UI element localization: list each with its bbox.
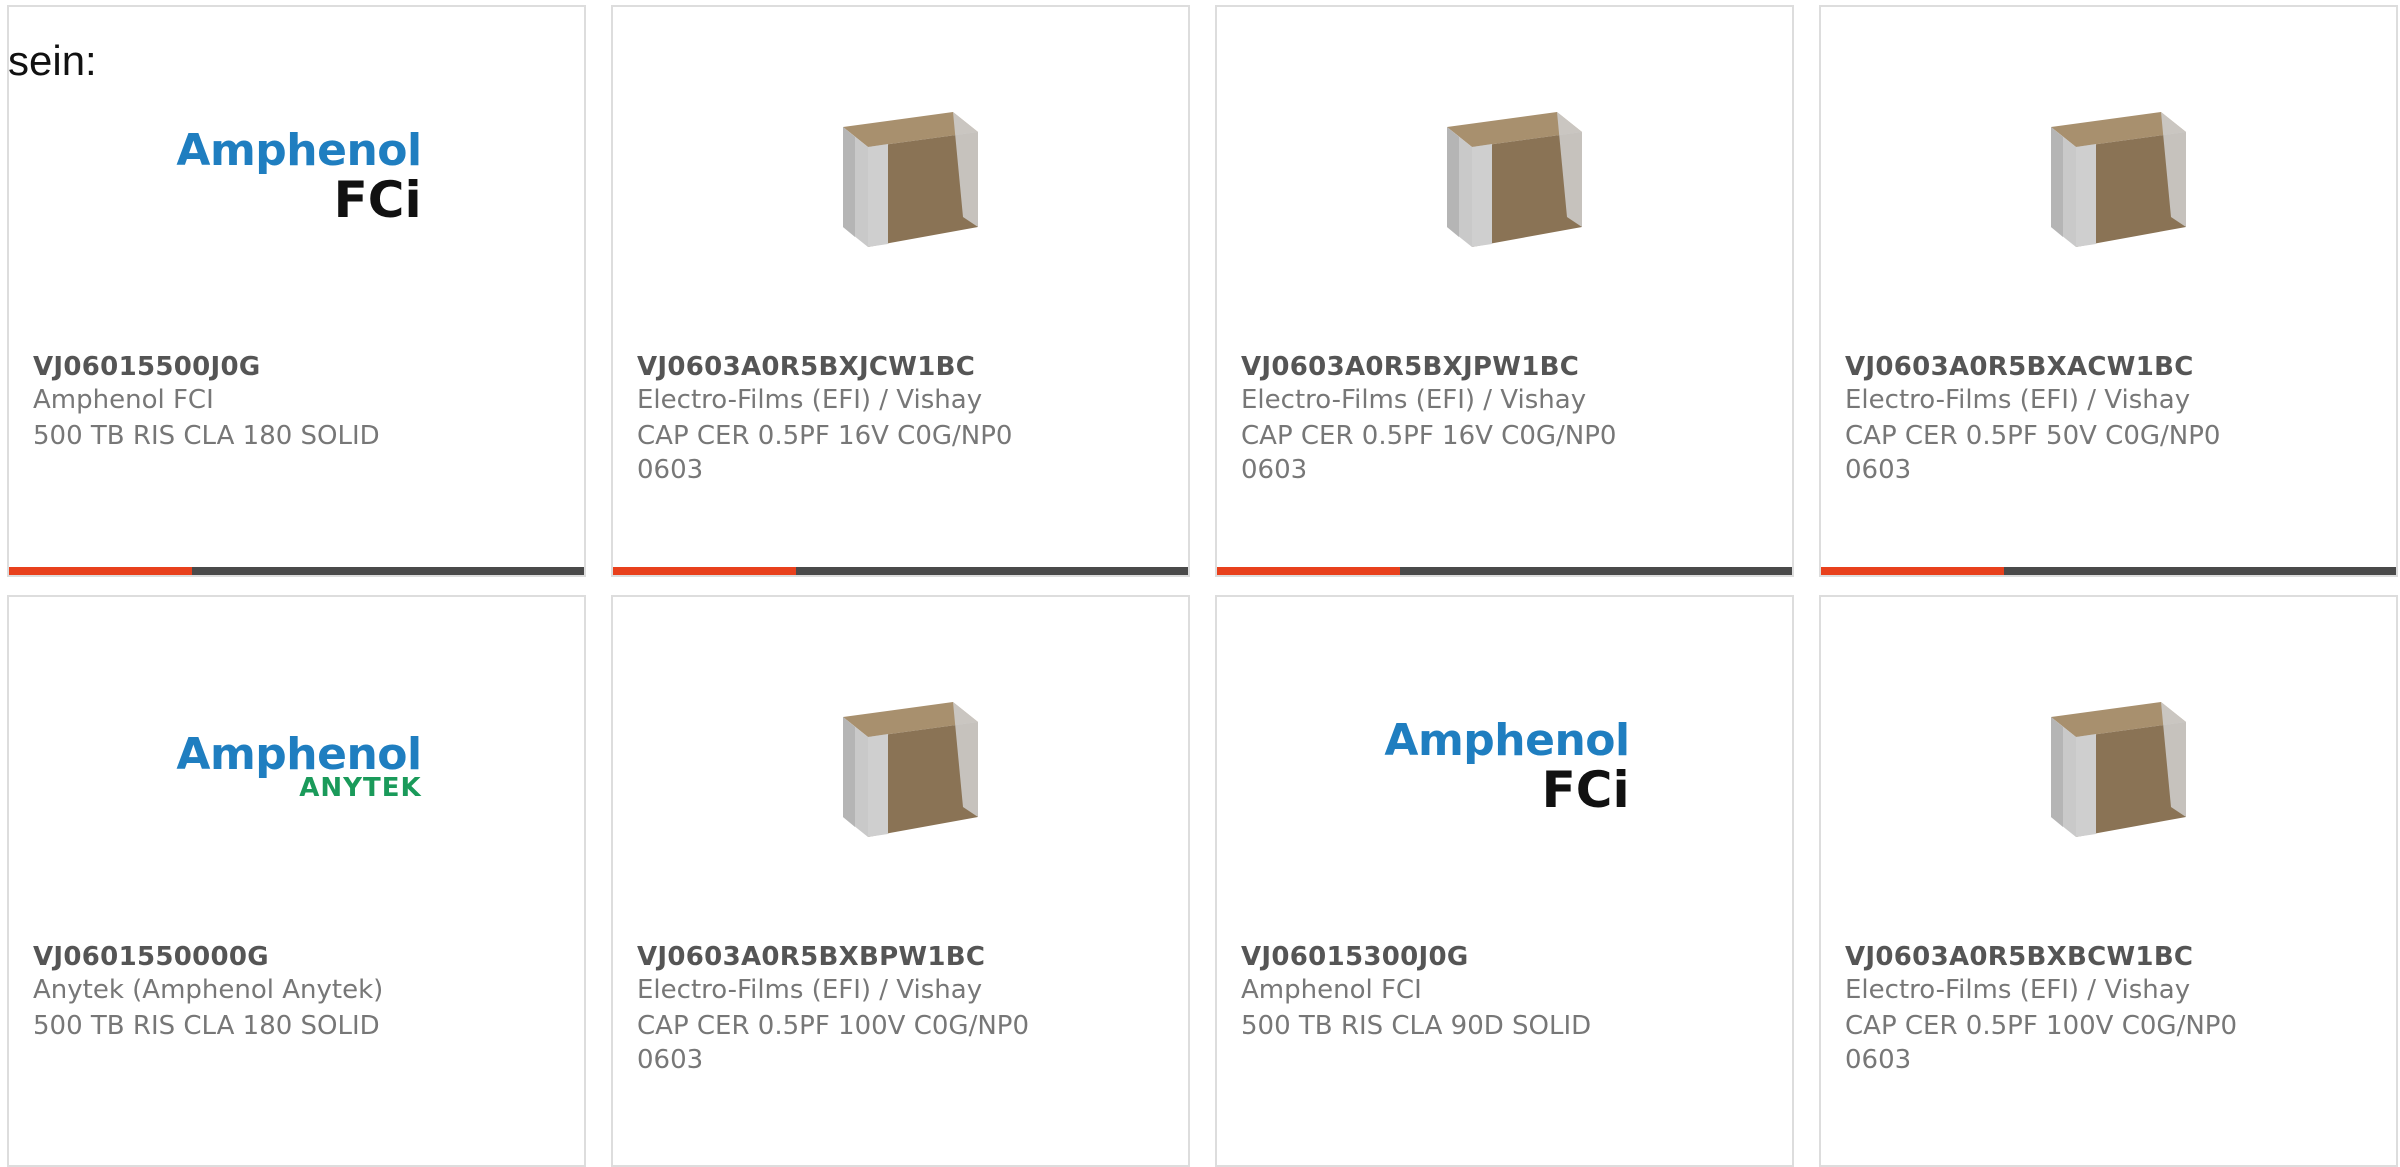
product-card[interactable]: VJ0603A0R5BXJCW1BC Electro-Films (EFI) /… — [611, 5, 1190, 577]
product-description: 500 TB RIS CLA 180 SOLID — [33, 1011, 380, 1041]
product-card[interactable]: VJ0603A0R5BXBPW1BC Electro-Films (EFI) /… — [611, 595, 1190, 1167]
card-accent-bar — [9, 567, 584, 575]
manufacturer-name: Electro-Films (EFI) / Vishay — [637, 385, 983, 415]
part-number[interactable]: VJ0603A0R5BXBCW1BC — [1845, 942, 2193, 972]
manufacturer-name: Anytek (Amphenol Anytek) — [33, 975, 384, 1005]
logo-brand-text: Amphenol — [176, 729, 422, 780]
capacitor-image — [1407, 72, 1607, 282]
part-number[interactable]: VJ0601550000G — [33, 942, 269, 972]
logo-brand-text: Amphenol — [176, 125, 422, 176]
product-description: CAP CER 0.5PF 16V C0G/NP0 0603 — [637, 421, 1013, 485]
product-card[interactable]: VJ0603A0R5BXBCW1BC Electro-Films (EFI) /… — [1819, 595, 2398, 1167]
logo-sub-text: FCi — [1541, 761, 1630, 819]
part-number[interactable]: VJ0603A0R5BXACW1BC — [1845, 352, 2194, 382]
product-card[interactable]: VJ0603A0R5BXACW1BC Electro-Films (EFI) /… — [1819, 5, 2398, 577]
manufacturer-name: Electro-Films (EFI) / Vishay — [1241, 385, 1587, 415]
product-description: CAP CER 0.5PF 16V C0G/NP0 0603 — [1241, 421, 1617, 485]
manufacturer-logo: Amphenol FCi — [176, 72, 422, 282]
product-description: CAP CER 0.5PF 100V C0G/NP0 0603 — [1845, 1011, 2237, 1075]
manufacturer-name: Electro-Films (EFI) / Vishay — [1845, 975, 2191, 1005]
capacitor-image — [2011, 72, 2211, 282]
manufacturer-logo: Amphenol ANYTEK — [176, 662, 422, 872]
part-number[interactable]: VJ0603A0R5BXJPW1BC — [1241, 352, 1579, 382]
part-number[interactable]: VJ06015500J0G — [33, 352, 261, 382]
product-description: CAP CER 0.5PF 100V C0G/NP0 0603 — [637, 1011, 1029, 1075]
part-number[interactable]: VJ0603A0R5BXJCW1BC — [637, 352, 975, 382]
manufacturer-name: Amphenol FCI — [1241, 975, 1422, 1005]
product-card[interactable]: Amphenol FCi VJ06015500J0G Amphenol FCI … — [7, 5, 586, 577]
logo-sub-text: FCi — [333, 171, 422, 229]
logo-brand-text: Amphenol — [1384, 715, 1630, 766]
card-accent-bar — [1217, 567, 1792, 575]
manufacturer-name: Electro-Films (EFI) / Vishay — [637, 975, 983, 1005]
card-accent-bar — [1821, 567, 2396, 575]
intro-text: sein: — [8, 37, 97, 84]
manufacturer-name: Electro-Films (EFI) / Vishay — [1845, 385, 2191, 415]
manufacturer-logo: Amphenol FCi — [1384, 662, 1630, 872]
part-number[interactable]: VJ06015300J0G — [1241, 942, 1469, 972]
product-card[interactable]: Amphenol ANYTEK VJ0601550000G Anytek (Am… — [7, 595, 586, 1167]
product-description: 500 TB RIS CLA 90D SOLID — [1241, 1011, 1592, 1041]
part-number[interactable]: VJ0603A0R5BXBPW1BC — [637, 942, 985, 972]
card-accent-bar — [613, 567, 1188, 575]
manufacturer-name: Amphenol FCI — [33, 385, 214, 415]
capacitor-image — [803, 662, 1003, 872]
product-card[interactable]: VJ0603A0R5BXJPW1BC Electro-Films (EFI) /… — [1215, 5, 1794, 577]
product-card[interactable]: Amphenol FCi VJ06015300J0G Amphenol FCI … — [1215, 595, 1794, 1167]
capacitor-image — [803, 72, 1003, 282]
product-description: CAP CER 0.5PF 50V C0G/NP0 0603 — [1845, 421, 2221, 485]
capacitor-image — [2011, 662, 2211, 872]
product-description: 500 TB RIS CLA 180 SOLID — [33, 421, 380, 451]
